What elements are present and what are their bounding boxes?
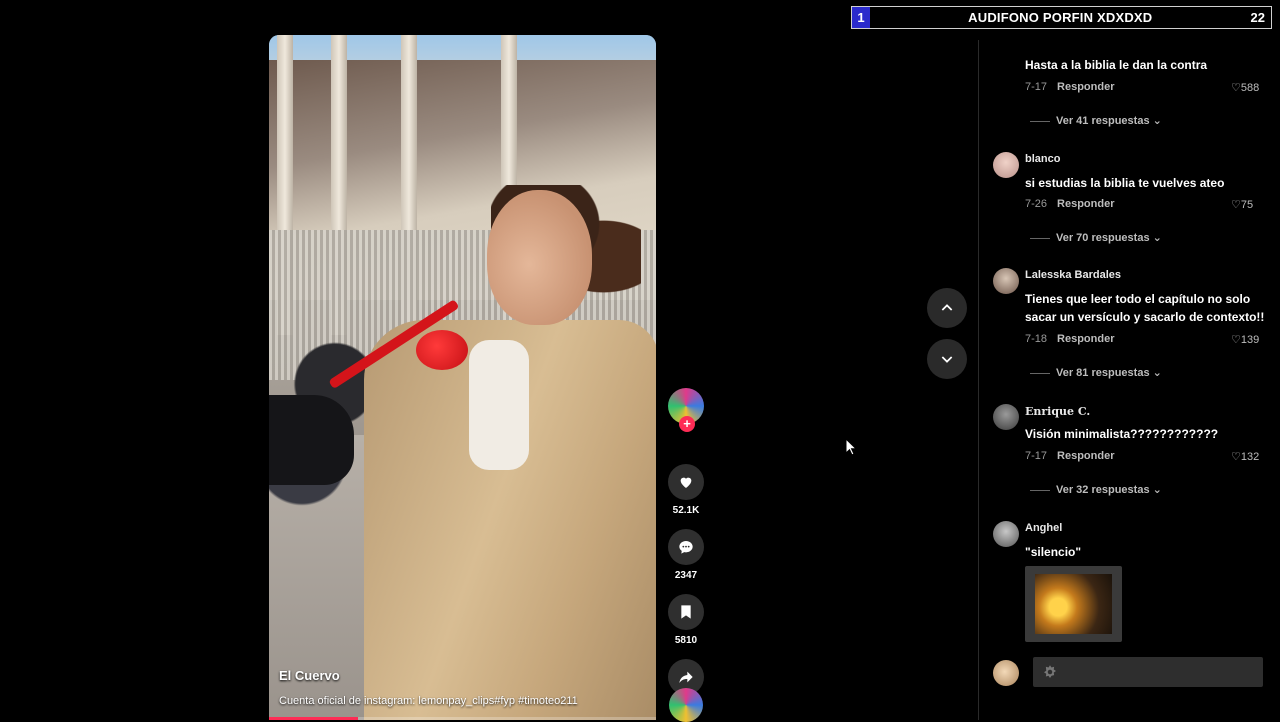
- like-button[interactable]: [668, 464, 704, 500]
- rank-badge: 1: [852, 7, 870, 28]
- comment-text: Visión minimalista????????????: [1025, 427, 1219, 441]
- overlay-title: AUDIFONO PORFIN XDXDXD: [968, 10, 1153, 25]
- comment-text: Tienes que leer todo el capítulo no solo…: [1025, 292, 1265, 324]
- chevron-down-icon: ⌄: [1152, 232, 1162, 244]
- comment-image-content: [1035, 574, 1112, 634]
- view-replies-label: Ver 41 respuestas: [1056, 115, 1150, 127]
- bookmark-icon: [681, 605, 691, 619]
- video-scene-face: [487, 190, 592, 325]
- comment-date: 7-18: [1025, 333, 1048, 345]
- comment-username[interactable]: Enrique C.: [1025, 405, 1090, 418]
- comment-meta: 7-26 Responder: [1025, 198, 1115, 210]
- comment-text: Hasta a la biblia le dan la contra: [1025, 58, 1208, 70]
- avatar[interactable]: [993, 521, 1019, 547]
- avatar[interactable]: [993, 152, 1019, 178]
- comment-username[interactable]: blanco: [1025, 153, 1060, 165]
- overlay-count: 22: [1250, 10, 1265, 25]
- chevron-up-icon: [941, 304, 953, 311]
- heart-outline-icon: ♡: [1231, 199, 1241, 211]
- chevron-down-icon: ⌄: [1152, 115, 1162, 127]
- mouse-cursor-icon: [845, 438, 857, 456]
- chevron-down-icon: ⌄: [1152, 367, 1162, 379]
- comment-meta: 7-17 Responder: [1025, 81, 1115, 93]
- comment-like-count: 75: [1240, 199, 1254, 211]
- comment-count: 2347: [674, 570, 698, 581]
- comment-username[interactable]: Anghel: [1025, 522, 1062, 534]
- comment-input-row: [979, 655, 1280, 691]
- heart-outline-icon: ♡: [1231, 451, 1241, 463]
- comment-input[interactable]: [1033, 657, 1263, 687]
- comment-username[interactable]: Lalesska Bardales: [1025, 269, 1121, 281]
- follow-button[interactable]: +: [679, 416, 695, 432]
- comment-meta: 7-18 Responder: [1025, 333, 1115, 345]
- view-replies-label: Ver 70 respuestas: [1056, 232, 1150, 244]
- view-replies-button[interactable]: Ver 41 respuestas ⌄: [1030, 114, 1162, 127]
- comments-panel[interactable]: Hasta a la biblia le dan la contra 7-17 R…: [978, 40, 1280, 720]
- view-replies-button[interactable]: Ver 32 respuestas ⌄: [1030, 483, 1162, 496]
- previous-video-button[interactable]: [927, 288, 967, 328]
- bookmark-button[interactable]: [668, 594, 704, 630]
- chevron-down-icon: ⌄: [1152, 484, 1162, 496]
- comment-like-button[interactable]: ♡75: [1231, 198, 1253, 211]
- reply-button[interactable]: Responder: [1057, 81, 1114, 93]
- reply-button[interactable]: Responder: [1057, 450, 1114, 462]
- view-replies-button[interactable]: Ver 70 respuestas ⌄: [1030, 231, 1162, 244]
- reply-button[interactable]: Responder: [1057, 198, 1114, 210]
- video-scene-hand: [269, 395, 354, 485]
- chevron-down-icon: [941, 356, 953, 363]
- comment-meta: 7-17 Responder: [1025, 450, 1115, 462]
- heart-icon: [680, 477, 692, 488]
- comment-date: 7-17: [1025, 450, 1048, 462]
- comment-like-count: 132: [1240, 451, 1260, 463]
- share-icon: [679, 671, 693, 683]
- heart-outline-icon: ♡: [1231, 82, 1241, 94]
- current-user-avatar: [993, 660, 1019, 686]
- comment-text: "silencio": [1025, 545, 1082, 559]
- comment-button[interactable]: [668, 529, 704, 565]
- creator-avatar[interactable]: +: [668, 388, 704, 432]
- video-player[interactable]: El Cuervo Cuenta oficial de instagram: l…: [269, 35, 656, 720]
- video-caption: Cuenta oficial de instagram: lemonpay_cl…: [279, 695, 578, 707]
- avatar[interactable]: [993, 404, 1019, 430]
- video-author[interactable]: El Cuervo: [279, 668, 340, 683]
- emoji-icon[interactable]: [1041, 663, 1059, 681]
- heart-outline-icon: ♡: [1231, 334, 1241, 346]
- comment-like-button[interactable]: ♡132: [1231, 450, 1259, 463]
- comment-like-count: 588: [1240, 82, 1260, 94]
- comment-like-button[interactable]: ♡139: [1231, 333, 1259, 346]
- view-replies-button[interactable]: Ver 81 respuestas ⌄: [1030, 366, 1162, 379]
- like-count: 52.1K: [672, 505, 700, 516]
- view-replies-label: Ver 81 respuestas: [1056, 367, 1150, 379]
- comment-icon: [679, 541, 693, 554]
- bookmark-count: 5810: [674, 635, 698, 646]
- comment-image[interactable]: [1025, 566, 1122, 642]
- next-video-button[interactable]: [927, 339, 967, 379]
- music-avatar[interactable]: [669, 688, 703, 722]
- comment-like-button[interactable]: ♡588: [1231, 81, 1259, 94]
- video-scene-shirt: [469, 340, 529, 470]
- reply-button[interactable]: Responder: [1057, 333, 1114, 345]
- comment-date: 7-17: [1025, 81, 1048, 93]
- view-replies-label: Ver 32 respuestas: [1056, 484, 1150, 496]
- overlay-title-bar: 1 AUDIFONO PORFIN XDXDXD 22: [851, 6, 1272, 29]
- comment-date: 7-26: [1025, 198, 1048, 210]
- action-column: + 52.1K 2347 5810 6955: [666, 388, 706, 713]
- video-scene-microphone: [416, 330, 468, 370]
- comment-text: si estudias la biblia te vuelves ateo: [1025, 176, 1225, 190]
- avatar[interactable]: [993, 268, 1019, 294]
- comment-like-count: 139: [1240, 334, 1260, 346]
